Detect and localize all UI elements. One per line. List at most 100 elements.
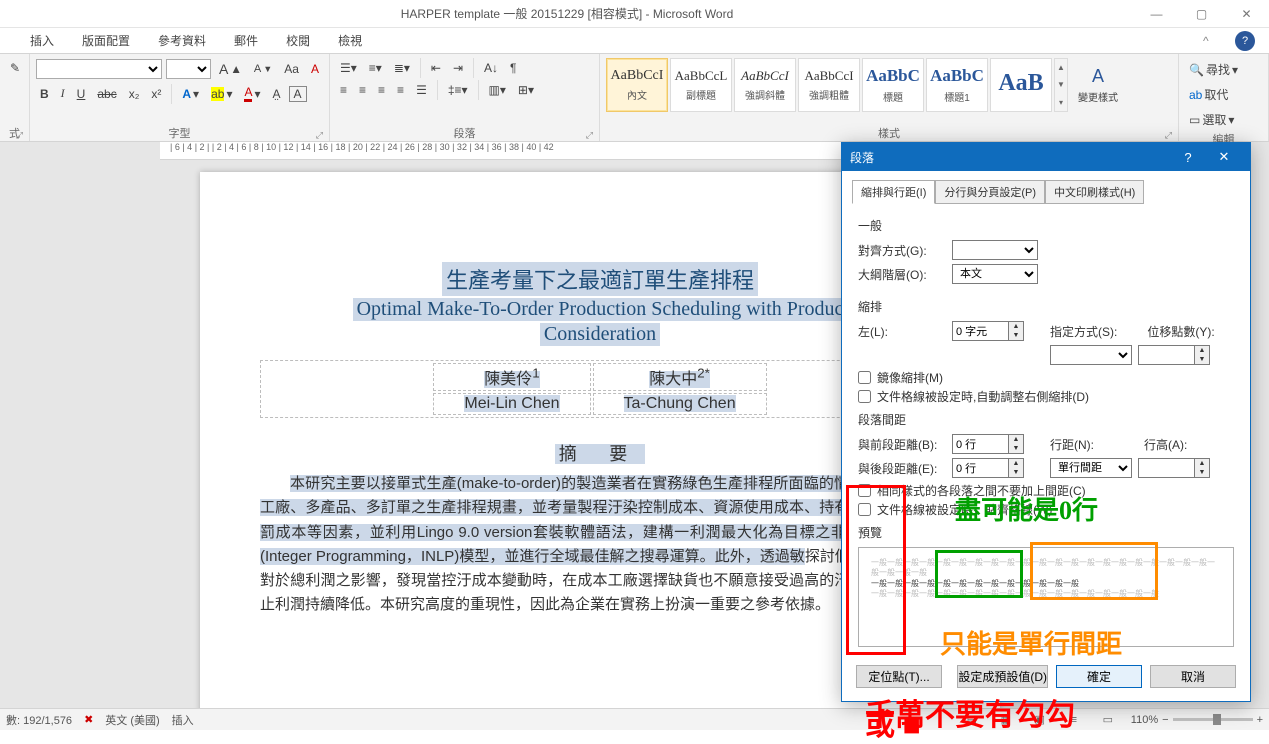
bold-button[interactable]: B xyxy=(36,84,53,104)
align-select[interactable] xyxy=(952,240,1038,260)
dialog-tab-indent[interactable]: 縮排與行距(I) xyxy=(852,180,935,204)
numbering-button[interactable]: ≡▾ xyxy=(365,58,386,78)
multilevel-button[interactable]: ≣▾ xyxy=(390,58,414,78)
tab-references[interactable]: 參考資料 xyxy=(148,29,216,52)
zoom-in-button[interactable]: + xyxy=(1257,714,1263,726)
view-web-button[interactable]: ▣ xyxy=(1029,711,1051,729)
distribute-button[interactable]: ☰ xyxy=(412,80,431,100)
status-proof-icon[interactable]: ✖ xyxy=(84,713,93,726)
strike-button[interactable]: abc xyxy=(93,84,120,104)
style-item-0[interactable]: AaBbCcI內文 xyxy=(606,58,668,112)
font-dialog-launcher-icon[interactable]: ⤢ xyxy=(316,130,323,141)
format-painter-button[interactable]: ✎ xyxy=(6,58,23,78)
font-size-combo[interactable] xyxy=(166,59,211,79)
decrease-indent-button[interactable]: ⇤ xyxy=(427,58,445,78)
style-item-1[interactable]: AaBbCcL副標題 xyxy=(670,58,732,112)
special-select[interactable] xyxy=(1050,345,1132,365)
before-spinner[interactable]: ▲▼ xyxy=(952,434,1024,454)
tab-view[interactable]: 檢視 xyxy=(328,29,372,52)
after-spinner[interactable]: ▲▼ xyxy=(952,458,1024,478)
help-icon[interactable]: ? xyxy=(1235,31,1255,51)
change-styles-button[interactable]: A 變更樣式 xyxy=(1074,58,1122,112)
dialog-help-icon[interactable]: ? xyxy=(1170,150,1206,165)
superscript-button[interactable]: x² xyxy=(147,84,165,104)
style-item-5[interactable]: AaBbC標題1 xyxy=(926,58,988,112)
style-item-2[interactable]: AaBbCcI強調斜體 xyxy=(734,58,796,112)
text-effects-button[interactable]: A▾ xyxy=(178,84,203,104)
align-justify-button[interactable]: ≡ xyxy=(393,80,408,100)
borders-button[interactable]: ⊞▾ xyxy=(514,80,538,100)
shrink-font-button[interactable]: A▼ xyxy=(250,60,276,78)
lineat-spinner[interactable]: ▲▼ xyxy=(1138,458,1210,478)
paragraph-dialog-launcher-icon[interactable]: ⤢ xyxy=(586,130,593,141)
dialog-title: 段落 xyxy=(850,149,1170,166)
style-item-4[interactable]: AaBbC標題 xyxy=(862,58,924,112)
tab-review[interactable]: 校閱 xyxy=(276,29,320,52)
ribbon-collapse-icon[interactable]: ^ xyxy=(1203,34,1227,48)
phonetic-guide-button[interactable]: A̤ xyxy=(269,84,285,104)
after-label: 與後段距離(E): xyxy=(858,460,946,477)
styles-dialog-launcher-icon[interactable]: ⤢ xyxy=(1165,130,1172,141)
increase-indent-button[interactable]: ⇥ xyxy=(449,58,467,78)
highlight-button[interactable]: ab▾ xyxy=(207,84,236,104)
align-left-button[interactable]: ≡ xyxy=(336,80,351,100)
indent-left-spinner[interactable]: ▲▼ xyxy=(952,321,1024,341)
linespacing-select[interactable]: 單行間距 xyxy=(1050,458,1132,478)
replace-button[interactable]: ab取代 xyxy=(1185,83,1262,106)
dialog-titlebar[interactable]: 段落 ? ✕ xyxy=(842,143,1250,171)
cancel-button[interactable]: 取消 xyxy=(1150,665,1236,688)
style-gallery-scroll[interactable]: ▲▼▾ xyxy=(1054,58,1068,112)
align-center-button[interactable]: ≡ xyxy=(355,80,370,100)
view-read-button[interactable]: ▦ xyxy=(995,711,1017,729)
show-marks-button[interactable]: ¶ xyxy=(506,58,520,78)
shading-button[interactable]: ▥▾ xyxy=(485,80,510,100)
status-mode[interactable]: 插入 xyxy=(172,712,194,728)
align-right-button[interactable]: ≡ xyxy=(374,80,389,100)
dialog-tab-asian[interactable]: 中文印刷樣式(H) xyxy=(1045,180,1144,204)
window-title: HARPER template 一般 20151229 [相容模式] - Mic… xyxy=(0,5,1134,22)
style-item-6[interactable]: AaB xyxy=(990,58,1052,112)
tab-mailings[interactable]: 郵件 xyxy=(224,29,268,52)
autoadjust-checkbox[interactable] xyxy=(858,390,871,403)
mirror-checkbox[interactable] xyxy=(858,371,871,384)
minimize-button[interactable]: — xyxy=(1134,0,1179,28)
subscript-button[interactable]: x₂ xyxy=(125,84,144,104)
tab-insert[interactable]: 插入 xyxy=(20,29,64,52)
style-gallery[interactable]: AaBbCcI內文AaBbCcL副標題AaBbCcI強調斜體AaBbCcI強調粗… xyxy=(606,58,1052,112)
close-button[interactable]: ✕ xyxy=(1224,0,1269,28)
maximize-button[interactable]: ▢ xyxy=(1179,0,1224,28)
font-color-button[interactable]: A▾ xyxy=(240,82,264,105)
sort-button[interactable]: A↓ xyxy=(480,58,502,78)
italic-button[interactable]: I xyxy=(57,83,69,104)
zoom-value[interactable]: 110% xyxy=(1131,714,1158,726)
outline-select[interactable]: 本文 xyxy=(952,264,1038,284)
dialog-close-icon[interactable]: ✕ xyxy=(1206,149,1242,165)
nosamespace-checkbox[interactable] xyxy=(858,484,871,497)
zoom-out-button[interactable]: − xyxy=(1162,714,1168,726)
dialog-launcher-icon[interactable]: ⤢ xyxy=(16,130,23,141)
status-language[interactable]: 英文 (美國) xyxy=(105,712,159,728)
tabs-button[interactable]: 定位點(T)... xyxy=(856,665,942,688)
change-case-button[interactable]: Aa xyxy=(280,59,303,79)
dialog-tab-linebreak[interactable]: 分行與分頁設定(P) xyxy=(935,180,1045,204)
zoom-slider[interactable] xyxy=(1173,718,1253,721)
char-border-button[interactable]: A xyxy=(289,86,307,102)
offset-spinner[interactable]: ▲▼ xyxy=(1138,345,1210,365)
ok-button[interactable]: 確定 xyxy=(1056,665,1142,688)
style-item-3[interactable]: AaBbCcI強調粗體 xyxy=(798,58,860,112)
snapgrid-checkbox[interactable] xyxy=(858,503,871,516)
view-print-button[interactable]: ▤ xyxy=(961,711,983,729)
font-family-combo[interactable] xyxy=(36,59,162,79)
find-button[interactable]: 🔍尋找▾ xyxy=(1185,58,1262,81)
view-draft-button[interactable]: ▭ xyxy=(1097,711,1119,729)
tab-layout[interactable]: 版面配置 xyxy=(72,29,140,52)
bullets-button[interactable]: ☰▾ xyxy=(336,58,361,78)
underline-button[interactable]: U xyxy=(73,84,90,104)
line-spacing-button[interactable]: ‡≡▾ xyxy=(444,80,472,100)
select-button[interactable]: ▭選取▾ xyxy=(1185,108,1262,131)
default-button[interactable]: 設定成預設值(D) xyxy=(957,665,1048,688)
status-wordcount[interactable]: 數: 192/1,576 xyxy=(6,712,72,728)
view-outline-button[interactable]: ≡ xyxy=(1063,711,1085,729)
clear-format-button[interactable]: A xyxy=(307,59,323,79)
grow-font-button[interactable]: A▲ xyxy=(215,58,246,80)
